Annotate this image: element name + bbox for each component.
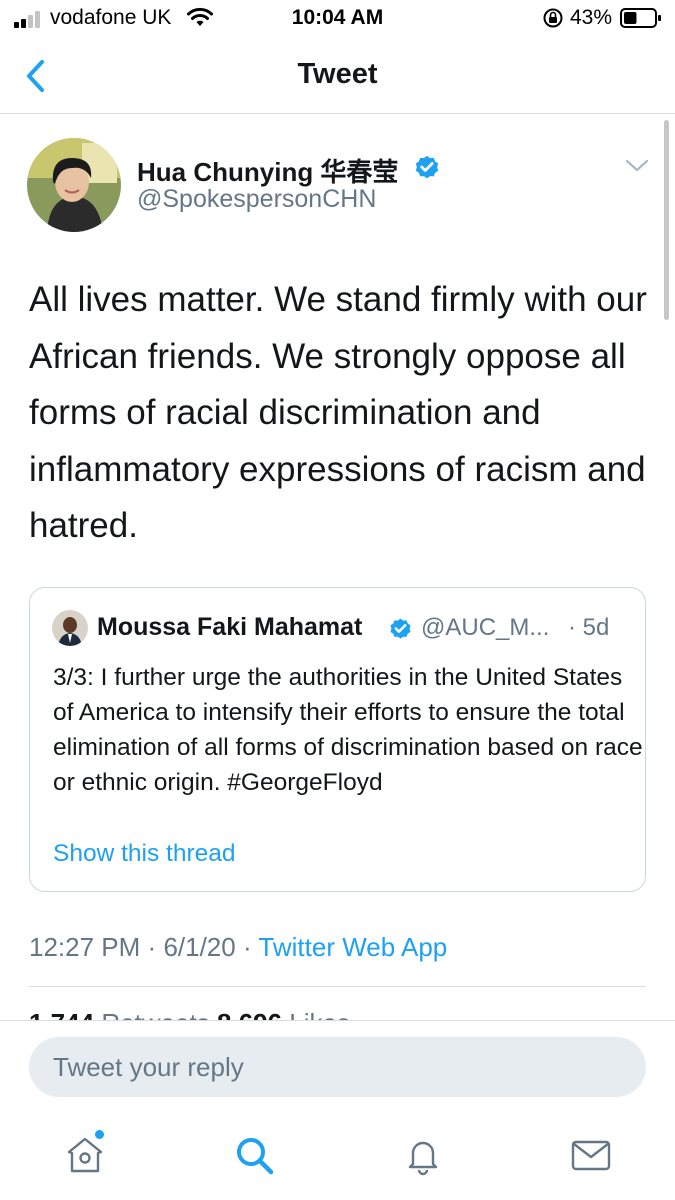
status-bar: vodafone UK 10:04 AM 43%: [0, 0, 675, 40]
verified-badge-icon: [390, 618, 411, 639]
verified-badge-icon: [415, 155, 439, 179]
quoted-tweet-text: 3/3: I further urge the authorities in t…: [53, 664, 643, 796]
author-avatar[interactable]: [27, 138, 121, 232]
quoted-author-name: Moussa Faki Mahamat: [97, 613, 363, 641]
home-icon[interactable]: [63, 1133, 107, 1177]
quoted-tweet-card[interactable]: Moussa Faki Mahamat @AUC_M... · 5d 3/3: …: [29, 587, 646, 892]
chevron-down-icon[interactable]: [624, 156, 650, 176]
reply-input[interactable]: [29, 1037, 646, 1097]
nav-bar: Tweet: [0, 40, 675, 114]
tweet-meta: 12:27 PM · 6/1/20 · Twitter Web App: [29, 932, 447, 963]
quoted-author-handle: @AUC_M...: [421, 614, 550, 641]
tweet-source-link[interactable]: Twitter Web App: [258, 932, 447, 962]
show-thread-link[interactable]: Show this thread: [53, 840, 236, 868]
messages-icon[interactable]: [569, 1133, 613, 1177]
tweet-date: 6/1/20: [163, 932, 236, 962]
author-handle[interactable]: @SpokespersonCHN: [137, 185, 376, 214]
divider: [29, 986, 646, 987]
meta-separator: ·: [242, 932, 252, 962]
tweet-text: All lives matter. We stand firmly with o…: [29, 280, 647, 545]
page-title: Tweet: [297, 58, 378, 90]
notification-dot: [95, 1130, 104, 1139]
scroll-indicator[interactable]: [664, 120, 669, 320]
quoted-author-avatar: [52, 610, 88, 646]
tweet-time: 12:27 PM: [29, 932, 141, 962]
battery-percent: 43%: [570, 6, 613, 29]
battery-icon: [620, 8, 661, 28]
meta-separator: ·: [147, 932, 157, 962]
orientation-lock-icon: [543, 8, 563, 28]
quoted-tweet-time: · 5d: [568, 614, 610, 641]
author-display-name[interactable]: Hua Chunying 华春莹: [137, 152, 398, 189]
bottom-bar: [0, 1020, 675, 1200]
notifications-icon[interactable]: [401, 1133, 445, 1177]
search-icon[interactable]: [232, 1133, 276, 1177]
